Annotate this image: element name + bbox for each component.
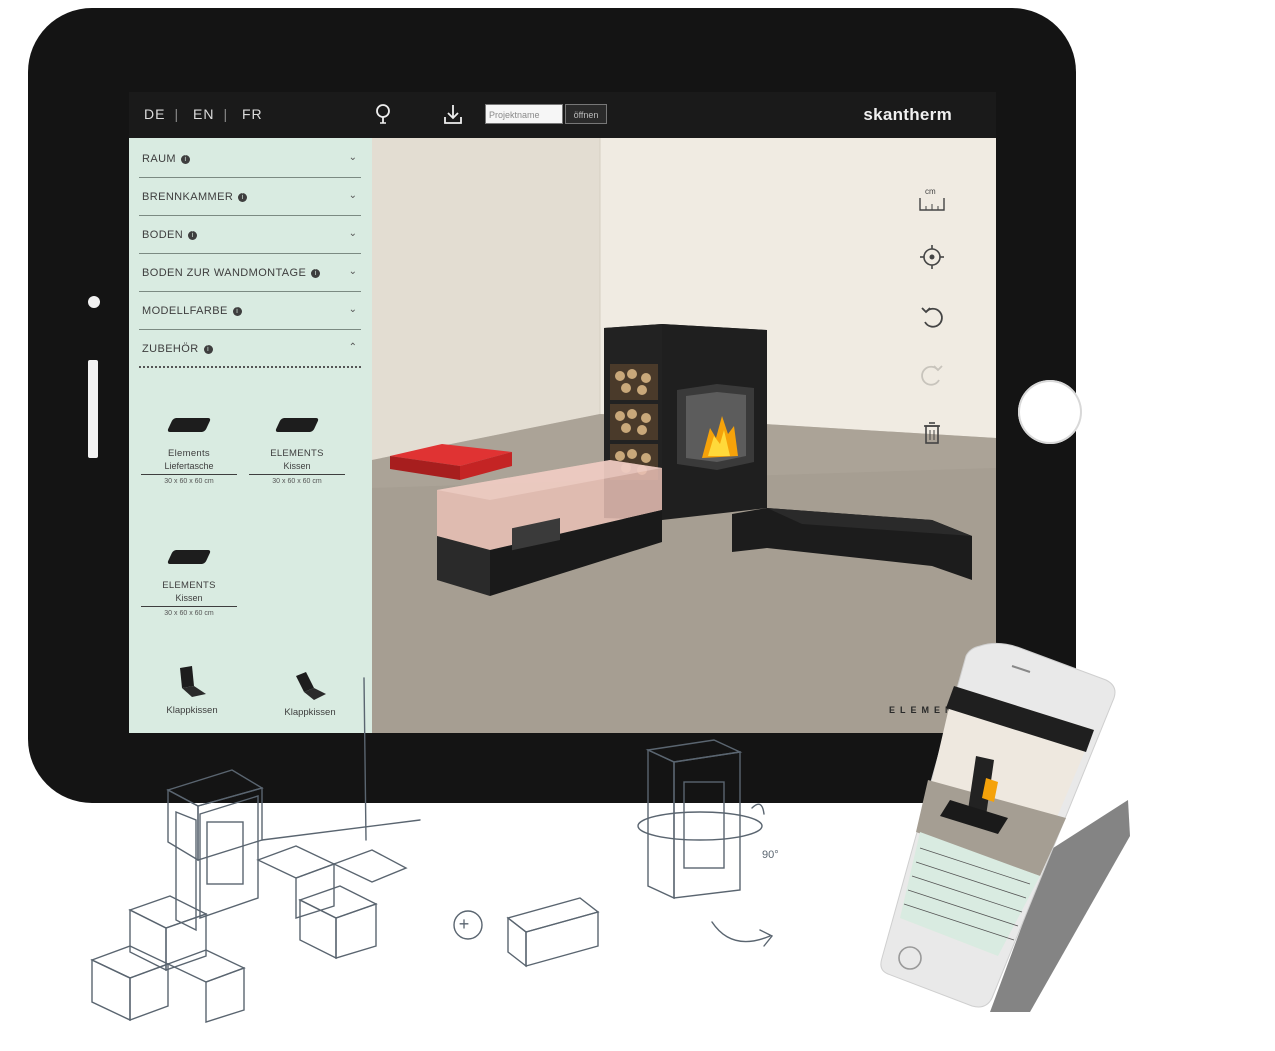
rotation-note: 90° — [762, 849, 779, 861]
smartphone-device — [880, 642, 1130, 1012]
plus-symbol: + — [459, 914, 470, 934]
